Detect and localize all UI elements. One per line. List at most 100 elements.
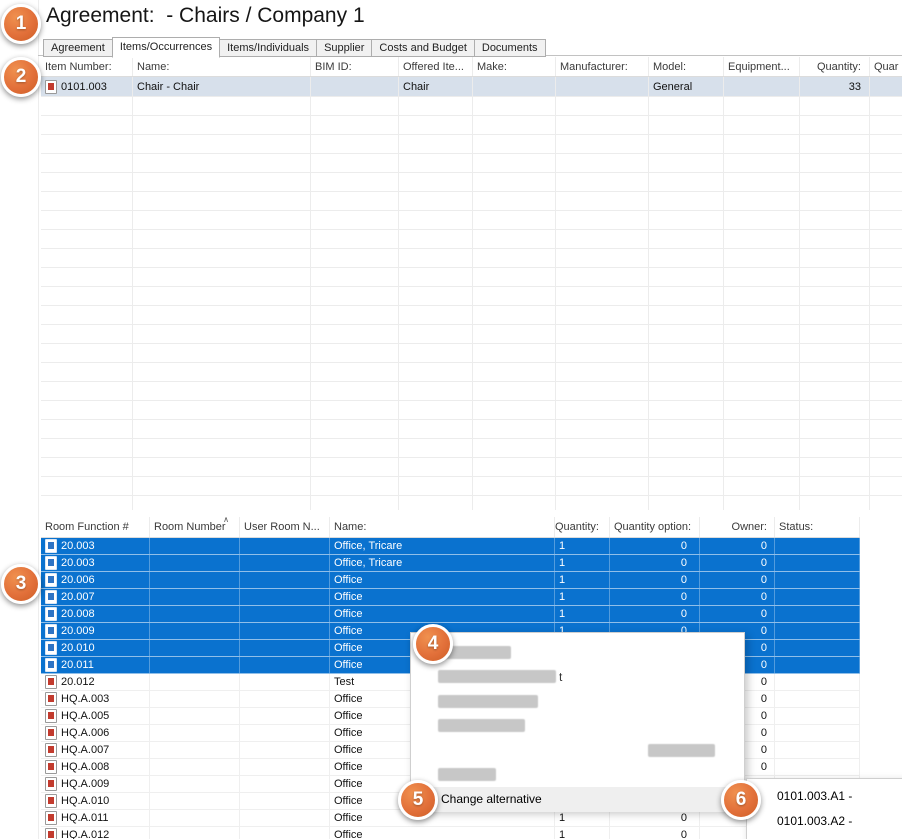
- tab[interactable]: Supplier: [316, 39, 372, 57]
- room-function-number: 20.008: [61, 608, 95, 620]
- column-header-bim-id[interactable]: BIM ID:: [311, 57, 399, 76]
- context-menu-item[interactable]: [411, 738, 744, 763]
- tab[interactable]: Items/Individuals: [219, 39, 317, 57]
- room-number: [150, 538, 240, 554]
- column-header-user-room-number[interactable]: User Room N...: [240, 517, 330, 537]
- document-icon: [45, 658, 57, 672]
- room-function-number: 20.012: [61, 676, 95, 688]
- room-status: [775, 759, 860, 775]
- room-owner: 0: [700, 538, 775, 554]
- context-menu-item[interactable]: [411, 763, 744, 788]
- room-number: [150, 708, 240, 724]
- column-header-make[interactable]: Make:: [473, 57, 556, 76]
- room-number: [150, 640, 240, 656]
- table-row[interactable]: 20.007 Office 1 0 0: [41, 589, 860, 606]
- submenu-item[interactable]: 0101.003.A2 -: [747, 808, 902, 833]
- room-number: [150, 555, 240, 571]
- menu-item-suffix: t: [559, 670, 562, 684]
- room-number: [150, 776, 240, 792]
- document-icon: [45, 692, 57, 706]
- document-icon: [45, 709, 57, 723]
- context-menu-item[interactable]: [411, 640, 744, 665]
- table-row[interactable]: 20.003 Office, Tricare 1 0 0: [41, 538, 860, 555]
- room-number: [150, 657, 240, 673]
- column-header-status[interactable]: Status:: [775, 517, 860, 537]
- room-function-number: 20.003: [61, 557, 95, 569]
- room-owner: 0: [700, 606, 775, 622]
- room-number: [150, 810, 240, 826]
- room-status: [775, 572, 860, 588]
- room-status: [775, 674, 860, 690]
- column-header-item-number[interactable]: Item Number:: [41, 57, 133, 76]
- column-header-name[interactable]: Name:: [330, 517, 555, 537]
- rooms-grid-header: Room Function # ∧ Room Number User Room …: [41, 517, 860, 538]
- callout-badge: 3: [1, 564, 41, 604]
- column-header-manufacturer[interactable]: Manufacturer:: [556, 57, 649, 76]
- item-model: General: [649, 77, 724, 96]
- submenu-item[interactable]: 0101.003.A1 -: [747, 783, 902, 808]
- tab[interactable]: Items/Occurrences: [112, 37, 220, 58]
- context-menu-item[interactable]: t: [411, 665, 744, 690]
- document-icon: [45, 641, 57, 655]
- tab-bar: Agreement Items/Occurrences Items/Indivi…: [43, 36, 545, 57]
- room-status: [775, 742, 860, 758]
- room-status: [775, 606, 860, 622]
- context-menu-item[interactable]: [411, 689, 744, 714]
- room-number: [150, 691, 240, 707]
- table-row[interactable]: HQ.A.012 Office 1 0 0: [41, 827, 860, 839]
- column-header-quantity-2[interactable]: Quar: [870, 57, 902, 76]
- column-header-quantity[interactable]: Quantity:: [555, 517, 610, 537]
- room-function-number: HQ.A.005: [61, 710, 109, 722]
- column-header-quantity[interactable]: Quantity:: [800, 57, 870, 76]
- document-icon: [45, 556, 57, 570]
- column-header-quantity-option[interactable]: Quantity option:: [610, 517, 700, 537]
- column-header-room-function[interactable]: Room Function #: [41, 517, 150, 537]
- tab[interactable]: Documents: [474, 39, 546, 57]
- table-row[interactable]: 20.008 Office 1 0 0: [41, 606, 860, 623]
- room-name: Office: [330, 810, 555, 826]
- column-header-model[interactable]: Model:: [649, 57, 724, 76]
- room-function-number: 20.010: [61, 642, 95, 654]
- room-function-number: HQ.A.011: [61, 812, 109, 824]
- room-owner: 0: [700, 572, 775, 588]
- document-icon: [45, 760, 57, 774]
- column-header-room-number[interactable]: ∧ Room Number: [150, 517, 240, 537]
- user-room-number: [240, 606, 330, 622]
- tab[interactable]: Agreement: [43, 39, 113, 57]
- room-name: Office: [330, 589, 555, 605]
- table-row[interactable]: 20.006 Office 1 0 0: [41, 572, 860, 589]
- context-menu-item[interactable]: Change alternative: [411, 787, 744, 812]
- page-title: Agreement: - Chairs / Company 1: [46, 4, 365, 28]
- table-row[interactable]: 20.003 Office, Tricare 1 0 0: [41, 555, 860, 572]
- context-menu: t Change alternative: [410, 632, 745, 811]
- room-function-number: 20.006: [61, 574, 95, 586]
- room-quantity: 1: [555, 589, 610, 605]
- document-icon: [45, 607, 57, 621]
- item-make: [473, 77, 556, 96]
- room-function-number: 20.003: [61, 540, 95, 552]
- column-header-name[interactable]: Name:: [133, 57, 311, 76]
- table-row[interactable]: HQ.A.011 Office 1 0 0: [41, 810, 860, 827]
- room-status: [775, 691, 860, 707]
- user-room-number: [240, 657, 330, 673]
- column-header-owner[interactable]: Owner:: [700, 517, 775, 537]
- room-name: Office: [330, 827, 555, 839]
- item-offered: Chair: [399, 77, 473, 96]
- user-room-number: [240, 640, 330, 656]
- items-grid-header: Item Number: Name: BIM ID: Offered Ite..…: [41, 57, 902, 77]
- column-header-equipment[interactable]: Equipment...: [724, 57, 800, 76]
- room-quantity-option: 0: [610, 555, 700, 571]
- room-owner: 0: [700, 589, 775, 605]
- room-number: [150, 742, 240, 758]
- room-function-number: HQ.A.007: [61, 744, 109, 756]
- room-number: [150, 589, 240, 605]
- room-name: Office, Tricare: [330, 555, 555, 571]
- tab[interactable]: Costs and Budget: [371, 39, 474, 57]
- room-name: Office: [330, 606, 555, 622]
- table-row[interactable]: 0101.003 Chair - Chair Chair General 33: [41, 77, 902, 97]
- user-room-number: [240, 674, 330, 690]
- column-header-offered-item[interactable]: Offered Ite...: [399, 57, 473, 76]
- context-menu-item[interactable]: [411, 714, 744, 739]
- room-quantity-option: 0: [610, 538, 700, 554]
- redacted-menu-text: [438, 670, 556, 683]
